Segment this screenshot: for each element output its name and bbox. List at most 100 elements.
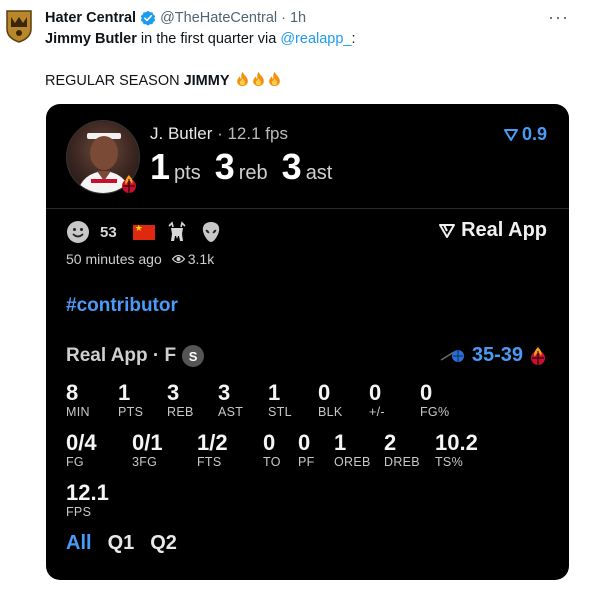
stat-label: DREB xyxy=(384,455,420,469)
hater-central-logo[interactable] xyxy=(5,9,33,43)
hashtag-link[interactable]: #contributor xyxy=(66,295,178,317)
assists-label: ast xyxy=(305,162,333,184)
stat-ts-pct: 10.2 TS% xyxy=(435,430,478,470)
stat-value: 3 xyxy=(218,380,231,405)
tweet-header: Hater Central @TheHateCentral · 1h xyxy=(45,8,306,28)
mention-link[interactable]: @realapp_ xyxy=(280,31,351,47)
stat-pf: 0 PF xyxy=(298,430,315,470)
fire-emoji-icon xyxy=(236,71,248,87)
rebounds-value: 3 xyxy=(214,146,235,187)
stat-fg-pct: 0 FG% xyxy=(420,380,450,420)
stat-label: PF xyxy=(298,455,315,469)
stat-min: 8 MIN xyxy=(66,381,90,420)
smiley-reaction-icon[interactable] xyxy=(66,220,90,244)
stat-value: 1 xyxy=(334,430,347,455)
heat-logo-icon xyxy=(122,175,136,193)
stat-label: MIN xyxy=(66,405,90,419)
realapp-logo-icon xyxy=(439,223,456,238)
stat-value: 0 xyxy=(318,380,331,405)
view-count: 3.1k xyxy=(171,251,215,267)
stat-value: 0/4 xyxy=(66,430,97,455)
tweet-text-colon: : xyxy=(351,31,356,47)
stat-label: OREB xyxy=(334,455,371,469)
stat-ast: 3 AST xyxy=(218,380,244,420)
realapp-brand[interactable]: Real App xyxy=(439,219,547,242)
realapp-brand-label: Real App xyxy=(461,219,547,241)
tweet-text-mid: in the first quarter via xyxy=(136,31,281,47)
stat-label: FG% xyxy=(420,405,450,419)
stat-value: 0 xyxy=(263,430,276,455)
stat-pts: 1 PTS xyxy=(118,380,144,420)
china-flag-icon[interactable] xyxy=(132,223,155,240)
stat-to: 0 TO xyxy=(263,430,281,470)
score-value: 35-39 xyxy=(471,344,523,366)
player-name-line: J. Butler · 12.1 fps xyxy=(150,124,288,144)
tweet-text-line-1: Jimmy Butler in the first quarter via @r… xyxy=(45,31,356,47)
rating: 0.9 xyxy=(503,124,547,145)
starter-badge: S xyxy=(182,345,205,367)
player-name[interactable]: J. Butler xyxy=(150,124,212,143)
verified-badge-icon xyxy=(140,10,156,26)
stat-value: 10.2 xyxy=(435,430,478,455)
stat-label: BLK xyxy=(318,405,343,419)
fire-emoji-icon xyxy=(268,71,280,87)
fire-emoji-icon xyxy=(252,71,264,87)
divider xyxy=(46,208,569,209)
stat-stl: 1 STL xyxy=(268,380,292,420)
stat-label: FTS xyxy=(197,455,222,469)
rating-arrow-icon xyxy=(503,128,518,141)
period-tabs: All Q1 Q2 xyxy=(66,532,177,555)
stat-value: 0/1 xyxy=(132,430,163,455)
realapp-card[interactable]: J. Butler · 12.1 fps 0.9 1 pts 3 reb 3 ast … xyxy=(46,104,569,580)
stat-value: 1 xyxy=(268,380,281,405)
stat-value: 0 xyxy=(298,430,311,455)
rating-value: 0.9 xyxy=(521,124,547,144)
tweet-text-line-2: REGULAR SEASON JIMMY xyxy=(45,71,282,89)
stat-value: 0 xyxy=(420,380,433,405)
box-score-header: Real App · F S xyxy=(66,345,205,367)
author-handle[interactable]: @TheHateCentral xyxy=(160,10,277,26)
stat-oreb: 1 OREB xyxy=(334,430,371,470)
stat-value: 3 xyxy=(167,380,180,405)
points-value: 1 xyxy=(150,146,171,187)
tweet-timestamp[interactable]: 1h xyxy=(290,10,306,26)
more-options-icon[interactable]: ··· xyxy=(548,8,569,26)
alien-icon[interactable] xyxy=(199,220,223,244)
tweet-text-regular-season: REGULAR SEASON xyxy=(45,73,184,89)
game-score[interactable]: 35-39 xyxy=(440,344,547,367)
view-count-value: 3.1k xyxy=(187,251,215,267)
tweet: Hater Central @TheHateCentral · 1h ··· J… xyxy=(0,0,589,589)
stat-reb: 3 REB xyxy=(167,380,194,420)
stat-label: STL xyxy=(268,405,292,419)
stat-value: 1/2 xyxy=(197,430,228,455)
stat-label: PTS xyxy=(118,405,144,419)
headline-stats: 1 pts 3 reb 3 ast xyxy=(150,146,346,188)
stat-fps: 12.1 FPS xyxy=(66,480,109,520)
reaction-row: 53 xyxy=(66,220,223,244)
stat-plus-minus: 0 +/- xyxy=(369,380,385,420)
stat-value: 2 xyxy=(384,430,397,455)
stat-label: REB xyxy=(167,405,194,419)
stat-value: 1 xyxy=(118,380,131,405)
stat-3fg: 0/1 3FG xyxy=(132,430,163,470)
stat-label: TO xyxy=(263,455,281,469)
stat-fg: 0/4 FG xyxy=(66,430,97,470)
author-name[interactable]: Hater Central xyxy=(45,10,136,26)
rebounds-label: reb xyxy=(238,162,268,184)
player-fps: · 12.1 fps xyxy=(212,124,288,143)
tab-all[interactable]: All xyxy=(66,532,92,555)
eye-icon xyxy=(171,254,185,264)
tweet-bold-name: Jimmy Butler xyxy=(45,31,137,47)
tab-q2[interactable]: Q2 xyxy=(150,532,177,555)
magic-logo-icon xyxy=(440,349,464,362)
box-score-title: Real App · F xyxy=(66,345,177,366)
tweet-text-jimmy: JIMMY xyxy=(183,73,230,89)
stat-value: 12.1 xyxy=(66,480,109,505)
stat-label: 3FG xyxy=(132,455,158,469)
tab-q1[interactable]: Q1 xyxy=(108,532,135,555)
reaction-count: 53 xyxy=(100,223,117,241)
assists-value: 3 xyxy=(281,146,302,187)
stat-label: AST xyxy=(218,405,244,419)
goat-icon[interactable] xyxy=(165,220,189,244)
stat-value: 0 xyxy=(369,380,382,405)
